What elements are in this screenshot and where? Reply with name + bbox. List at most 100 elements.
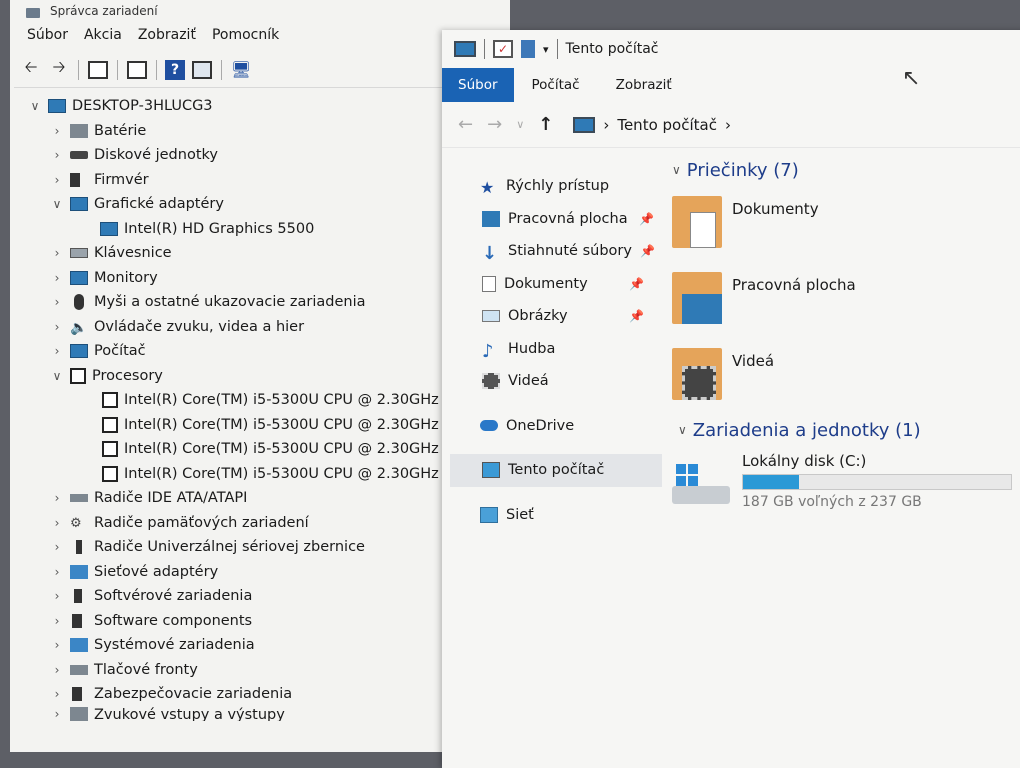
tree-category-disk-drives[interactable]: › Diskové jednotky: [20, 143, 510, 168]
chevron-right-icon[interactable]: ›: [50, 295, 64, 309]
tree-category-sound[interactable]: › 🔈 Ovládače zvuku, videa a hier: [20, 315, 510, 340]
chevron-right-icon[interactable]: ›: [50, 246, 64, 260]
pin-icon[interactable]: 📌: [629, 309, 644, 323]
chevron-right-icon[interactable]: ›: [50, 271, 64, 285]
chevron-right-icon[interactable]: ›: [50, 540, 64, 554]
nav-downloads[interactable]: ↓ Stiahnuté súbory 📌: [442, 235, 662, 268]
forward-arrow-icon[interactable]: 🡢: [48, 57, 70, 81]
chevron-right-icon[interactable]: ›: [50, 173, 64, 187]
nav-music[interactable]: ♪ Hudba: [442, 333, 662, 366]
chevron-right-icon[interactable]: ›: [50, 687, 64, 701]
chevron-right-icon[interactable]: ›: [50, 614, 64, 628]
tree-category-system[interactable]: › Systémové zariadenia: [20, 633, 510, 658]
drive-item-c[interactable]: Lokálny disk (C:) 187 GB voľných z 237 G…: [672, 446, 1020, 510]
help-icon[interactable]: ?: [165, 59, 185, 80]
tree-category-mice[interactable]: › Myši a ostatné ukazovacie zariadenia: [20, 290, 510, 315]
properties-icon[interactable]: [87, 59, 109, 81]
chevron-right-icon[interactable]: ›: [50, 148, 64, 162]
tree-device-cpu[interactable]: Intel(R) Core(TM) i5-5300U CPU @ 2.30GHz: [20, 388, 510, 413]
recent-locations-icon[interactable]: ∨: [516, 118, 524, 131]
devices-section-header[interactable]: ∨ Zariadenia a jednotky (1): [678, 414, 1020, 446]
breadcrumb-item[interactable]: Tento počítač: [617, 116, 717, 134]
chevron-right-icon[interactable]: ›: [50, 320, 64, 334]
chevron-right-icon[interactable]: ›: [50, 589, 64, 603]
tree-category-audio-io[interactable]: › Zvukové vstupy a výstupy: [20, 706, 510, 721]
nav-quick-access[interactable]: ★ Rýchly prístup: [442, 170, 662, 203]
tree-device-label: Intel(R) HD Graphics 5500: [124, 220, 315, 237]
nav-pictures[interactable]: Obrázky 📌: [442, 300, 662, 333]
up-arrow-icon[interactable]: ↑: [538, 114, 553, 135]
chevron-right-icon[interactable]: ›: [50, 491, 64, 505]
computer-icon: [573, 116, 596, 133]
nav-documents[interactable]: Dokumenty 📌: [442, 268, 662, 301]
breadcrumb-separator-icon[interactable]: ›: [725, 116, 731, 134]
folder-item-videos[interactable]: Videá: [672, 338, 1020, 414]
chevron-right-icon[interactable]: ›: [50, 124, 64, 138]
tab-computer[interactable]: Počítač: [514, 68, 598, 102]
update-driver-icon[interactable]: [191, 59, 213, 81]
tree-category-print-queues[interactable]: › Tlačové fronty: [20, 658, 510, 683]
tab-file[interactable]: Súbor: [442, 68, 514, 102]
properties-check-icon[interactable]: ✓: [493, 40, 513, 58]
tab-view[interactable]: Zobraziť: [598, 68, 690, 102]
pin-icon[interactable]: 📌: [640, 244, 655, 258]
pin-icon[interactable]: 📌: [629, 277, 644, 291]
tree-device-cpu[interactable]: Intel(R) Core(TM) i5-5300U CPU @ 2.30GHz: [20, 462, 510, 487]
tree-device-label: Intel(R) Core(TM) i5-5300U CPU @ 2.30GHz: [124, 416, 439, 433]
chevron-down-icon[interactable]: ∨: [50, 369, 64, 383]
back-arrow-icon[interactable]: 🡠: [20, 57, 42, 81]
menu-action[interactable]: Akcia: [83, 25, 123, 45]
tree-category-display-adapters[interactable]: ∨ Grafické adaptéry: [20, 192, 510, 217]
chevron-right-icon[interactable]: ›: [50, 707, 64, 721]
quick-access-dropdown-icon[interactable]: ▾: [543, 43, 549, 56]
tree-category-firmware[interactable]: › Firmvér: [20, 168, 510, 193]
window-titlebar[interactable]: Správca zariadení: [10, 0, 510, 18]
chevron-down-icon[interactable]: ∨: [672, 163, 681, 177]
tree-category-ide[interactable]: › Radiče IDE ATA/ATAPI: [20, 486, 510, 511]
folder-item-desktop[interactable]: Pracovná plocha: [672, 262, 1020, 338]
breadcrumb[interactable]: › Tento počítač ›: [573, 116, 731, 134]
folder-item-documents[interactable]: Dokumenty: [672, 186, 1020, 262]
pin-icon[interactable]: 📌: [639, 212, 654, 226]
menu-file[interactable]: Súbor: [26, 25, 69, 45]
chevron-right-icon[interactable]: ›: [50, 565, 64, 579]
forward-arrow-icon[interactable]: →: [487, 114, 502, 135]
tree-category-network[interactable]: › Sieťové adaptéry: [20, 560, 510, 585]
chevron-down-icon[interactable]: ∨: [28, 99, 42, 113]
folders-section-header[interactable]: ∨ Priečinky (7): [672, 154, 1020, 186]
nav-onedrive[interactable]: OneDrive: [442, 410, 662, 443]
chevron-down-icon[interactable]: ∨: [50, 197, 64, 211]
tree-device-cpu[interactable]: Intel(R) Core(TM) i5-5300U CPU @ 2.30GHz: [20, 437, 510, 462]
tree-device-graphics[interactable]: Intel(R) HD Graphics 5500: [20, 217, 510, 242]
tree-category-keyboards[interactable]: › Klávesnice: [20, 241, 510, 266]
window-title: Správca zariadení: [50, 4, 158, 18]
chevron-right-icon[interactable]: ›: [50, 638, 64, 652]
nav-this-pc[interactable]: Tento počítač: [450, 454, 662, 487]
back-arrow-icon[interactable]: ←: [458, 114, 473, 135]
nav-desktop[interactable]: Pracovná plocha 📌: [442, 203, 662, 236]
new-folder-icon[interactable]: [521, 40, 535, 58]
scan-hardware-icon[interactable]: 🖥: [230, 59, 252, 81]
tree-root[interactable]: ∨ DESKTOP-3HLUCG3: [20, 94, 510, 119]
chevron-right-icon[interactable]: ›: [50, 663, 64, 677]
chevron-right-icon[interactable]: ›: [50, 344, 64, 358]
chevron-right-icon[interactable]: ›: [50, 516, 64, 530]
menu-help[interactable]: Pomocník: [211, 25, 280, 45]
tree-category-usb[interactable]: › Radiče Univerzálnej sériovej zbernice: [20, 535, 510, 560]
nav-label: Dokumenty: [504, 275, 588, 292]
nav-network[interactable]: Sieť: [442, 499, 662, 532]
nav-videos[interactable]: Videá: [442, 365, 662, 398]
tree-category-computer[interactable]: › Počítač: [20, 339, 510, 364]
chevron-down-icon[interactable]: ∨: [678, 423, 687, 437]
tree-category-storage[interactable]: › ⚙ Radiče pamäťových zariadení: [20, 511, 510, 536]
tree-category-monitors[interactable]: › Monitory: [20, 266, 510, 291]
tree-device-cpu[interactable]: Intel(R) Core(TM) i5-5300U CPU @ 2.30GHz: [20, 413, 510, 438]
tree-category-software-components[interactable]: › Software components: [20, 609, 510, 634]
window-titlebar[interactable]: ✓ ▾ Tento počítač: [442, 30, 1020, 68]
show-hidden-icon[interactable]: [126, 59, 148, 81]
tree-category-batteries[interactable]: › Batérie: [20, 119, 510, 144]
menu-view[interactable]: Zobraziť: [137, 25, 197, 45]
tree-category-processors[interactable]: ∨ Procesory: [20, 364, 510, 389]
tree-category-software-devices[interactable]: › Softvérové zariadenia: [20, 584, 510, 609]
tree-category-security[interactable]: › Zabezpečovacie zariadenia: [20, 682, 510, 707]
